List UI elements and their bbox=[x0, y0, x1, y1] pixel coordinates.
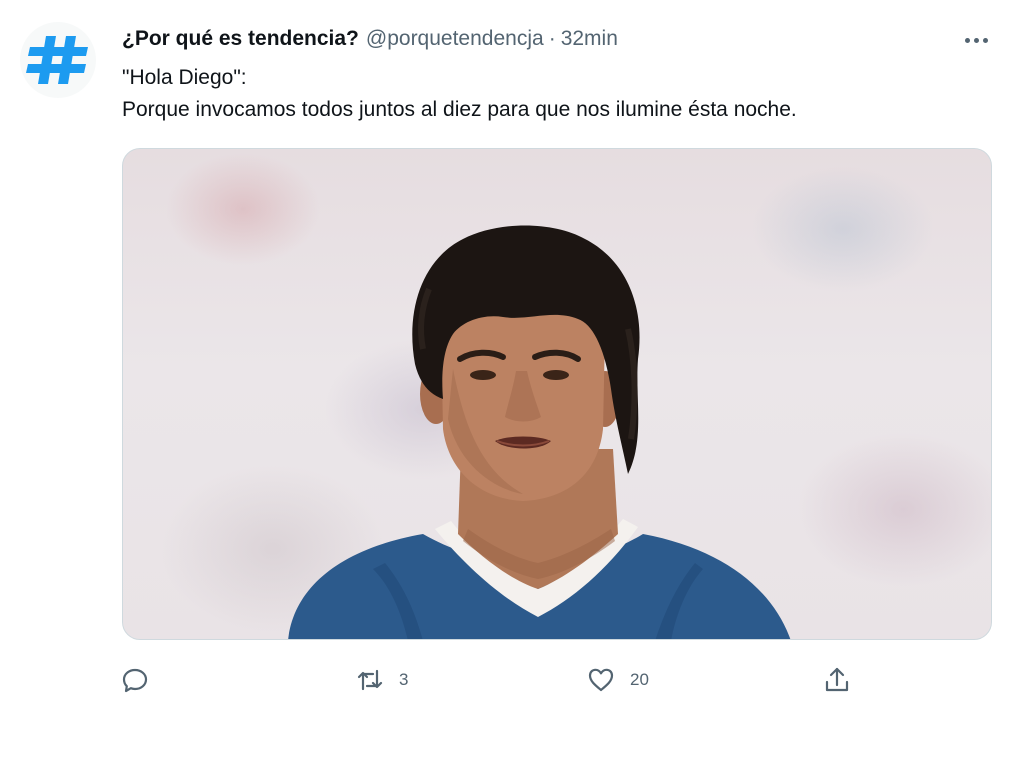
user-handle[interactable]: @porquetendencja bbox=[366, 24, 544, 54]
reply-icon bbox=[122, 668, 148, 693]
hashtag-icon bbox=[26, 36, 88, 84]
more-options-icon[interactable] bbox=[958, 30, 994, 50]
tweet-media-image[interactable] bbox=[122, 148, 992, 640]
tweet-card: ¿Por qué es tendencia? @porquetendencja … bbox=[0, 0, 1024, 760]
like-button[interactable]: 20 bbox=[586, 660, 649, 700]
tweet-text-line-1: "Hola Diego": bbox=[122, 66, 247, 89]
tweet-text: "Hola Diego": Porque invocamos todos jun… bbox=[122, 62, 982, 126]
separator-dot: · bbox=[548, 27, 556, 50]
player-photo bbox=[288, 225, 791, 639]
tweet-actions: 3 20 bbox=[0, 660, 1024, 700]
share-button[interactable] bbox=[822, 660, 852, 700]
retweet-icon bbox=[357, 669, 383, 691]
display-name[interactable]: ¿Por qué es tendencia? bbox=[122, 24, 359, 54]
share-icon bbox=[825, 667, 849, 692]
heart-icon bbox=[588, 668, 614, 692]
tweet-header: ¿Por qué es tendencia? @porquetendencja … bbox=[122, 24, 618, 54]
retweet-count: 3 bbox=[399, 670, 409, 689]
tweet-text-line-2: Porque invocamos todos juntos al diez pa… bbox=[122, 98, 797, 121]
retweet-button[interactable]: 3 bbox=[355, 660, 408, 700]
like-count: 20 bbox=[630, 670, 649, 689]
timestamp[interactable]: 32min bbox=[561, 24, 618, 54]
avatar[interactable] bbox=[20, 22, 96, 98]
reply-button[interactable] bbox=[120, 660, 164, 700]
